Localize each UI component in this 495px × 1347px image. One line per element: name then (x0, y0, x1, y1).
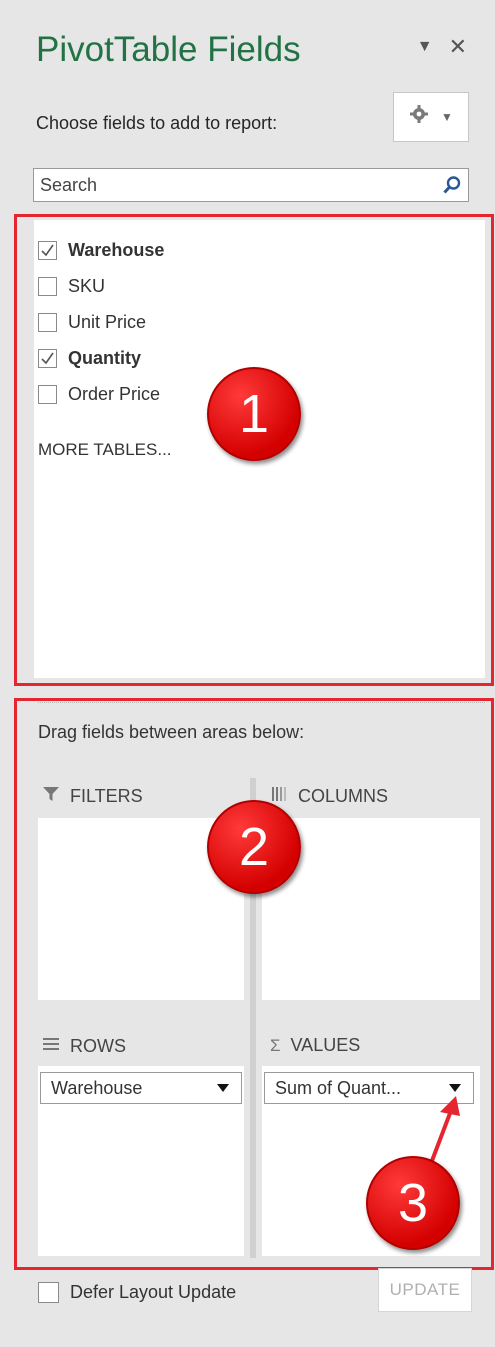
gear-icon (409, 104, 429, 130)
panel-subtitle: Choose fields to add to report: (36, 113, 278, 133)
annotation-badge-3: 3 (366, 1156, 460, 1250)
search-icon[interactable] (442, 175, 462, 200)
update-button[interactable]: UPDATE (378, 1268, 472, 1312)
annotation-badge-2: 2 (207, 800, 301, 894)
chevron-down-icon[interactable]: ▼ (417, 38, 433, 56)
tools-button[interactable]: ▼ (393, 92, 469, 142)
panel-title: PivotTable Fields (36, 30, 301, 69)
defer-label: Defer Layout Update (70, 1282, 237, 1302)
search-placeholder: Search (40, 175, 98, 195)
annotation-badge-1: 1 (207, 367, 301, 461)
defer-layout-update[interactable]: Defer Layout Update (38, 1282, 236, 1303)
chevron-down-icon: ▼ (441, 110, 453, 124)
search-input[interactable]: Search (33, 168, 469, 202)
title-controls: ▼ ✕ (417, 34, 467, 60)
close-icon[interactable]: ✕ (449, 34, 467, 60)
checkbox[interactable] (38, 1282, 59, 1303)
